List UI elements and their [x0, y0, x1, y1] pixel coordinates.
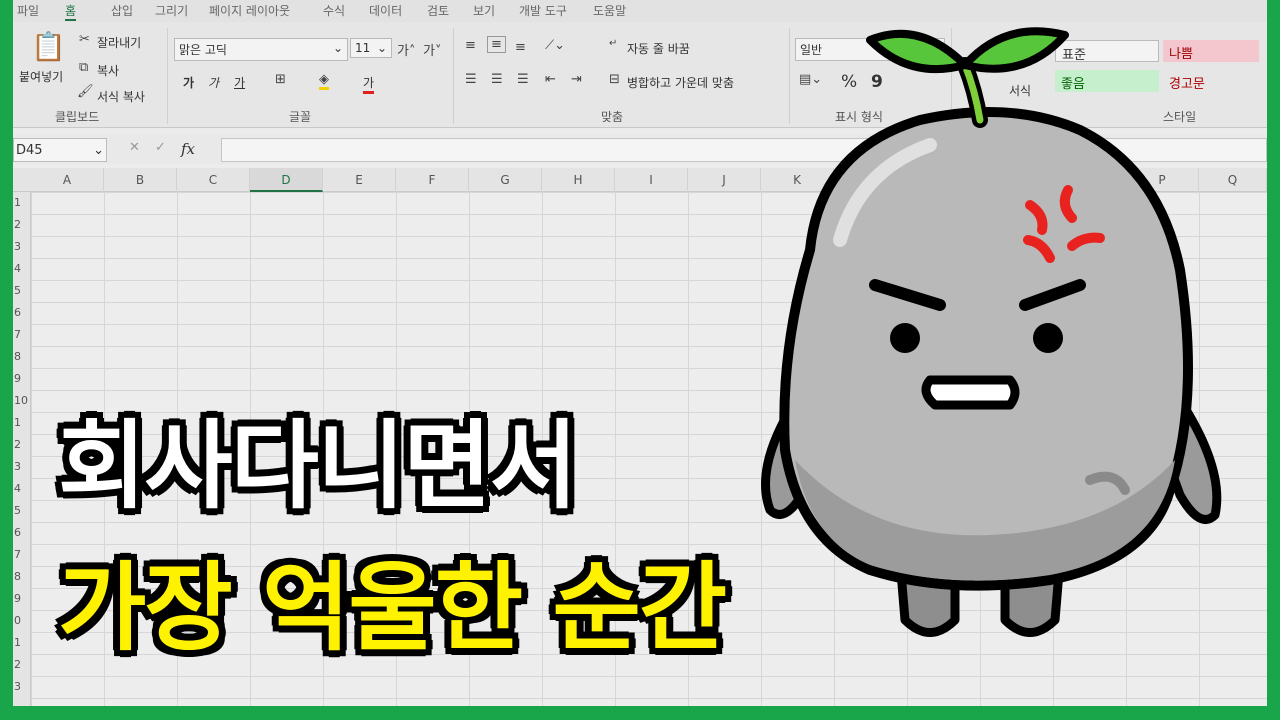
group-divider [167, 28, 168, 124]
orientation-icon[interactable]: ⟋⌄ [545, 38, 565, 53]
row-header[interactable]: 3 [13, 680, 31, 693]
tab-insert[interactable]: 삽입 [111, 2, 133, 19]
tab-file[interactable]: 파일 [17, 2, 39, 19]
row-header-bar: 1 2 3 4 5 6 7 8 9 10 1 2 3 4 5 6 7 8 9 0… [13, 192, 31, 706]
insert-function-button[interactable]: fx [181, 140, 195, 158]
increase-font-size-icon[interactable]: 가˄ [397, 40, 415, 59]
column-header[interactable]: B [104, 168, 177, 192]
column-header[interactable]: C [177, 168, 250, 192]
row-header[interactable]: 0 [13, 614, 31, 627]
row-header[interactable]: 4 [13, 262, 31, 275]
row-header[interactable]: 2 [13, 438, 31, 451]
border-icon[interactable]: ⊞ [275, 72, 286, 87]
fill-color-icon[interactable]: ◈ [319, 72, 329, 90]
row-header[interactable]: 1 [13, 196, 31, 209]
align-middle-icon[interactable]: ≡ [487, 36, 506, 53]
chevron-down-icon: ⌄ [376, 41, 387, 55]
row-header[interactable]: 2 [13, 218, 31, 231]
bold-button[interactable]: 가 [183, 74, 194, 91]
font-size-select[interactable]: 11 ⌄ [350, 38, 392, 58]
underline-button[interactable]: 가 [234, 74, 245, 91]
row-header[interactable]: 8 [13, 570, 31, 583]
merge-center-button[interactable]: 병합하고 가운데 맞춤 [627, 74, 734, 91]
column-header-selected[interactable]: D [250, 168, 323, 192]
row-header[interactable]: 3 [13, 240, 31, 253]
group-divider [453, 28, 454, 124]
row-header[interactable]: 7 [13, 548, 31, 561]
tab-developer[interactable]: 개발 도구 [519, 2, 567, 19]
ribbon-tab-bar: 파일 홈 삽입 그리기 페이지 레이아웃 수식 데이터 검토 보기 개발 도구 … [13, 0, 1267, 22]
copy-button[interactable]: 복사 [97, 62, 119, 79]
scissors-icon: ✂ [79, 32, 90, 47]
row-header[interactable]: 2 [13, 658, 31, 671]
tab-help[interactable]: 도움말 [593, 2, 626, 19]
name-box[interactable]: D45 ⌄ [13, 138, 107, 162]
merge-center-icon: ⊟ [609, 72, 620, 87]
row-header[interactable]: 8 [13, 350, 31, 363]
align-center-icon[interactable]: ☰ [491, 72, 503, 87]
copy-icon: ⧉ [79, 60, 89, 75]
thumbnail-title-line2: 가장 억울한 순간 [58, 552, 727, 664]
italic-button[interactable]: 가 [208, 74, 219, 91]
decrease-font-size-icon[interactable]: 가˅ [423, 40, 441, 59]
align-top-icon[interactable]: ≡ [465, 38, 476, 53]
row-header[interactable]: 3 [13, 460, 31, 473]
format-painter-button[interactable]: 서식 복사 [97, 88, 145, 105]
row-header[interactable]: 1 [13, 416, 31, 429]
align-bottom-icon[interactable]: ≡ [515, 40, 526, 55]
tab-formulas[interactable]: 수식 [323, 2, 345, 19]
tab-page-layout[interactable]: 페이지 레이아웃 [209, 2, 290, 19]
row-header[interactable]: 6 [13, 526, 31, 539]
column-header[interactable]: H [542, 168, 615, 192]
column-header[interactable]: F [396, 168, 469, 192]
row-header[interactable]: 9 [13, 592, 31, 605]
clipboard-group-label: 클립보드 [55, 110, 100, 124]
column-header[interactable]: G [469, 168, 542, 192]
row-header[interactable]: 4 [13, 482, 31, 495]
wrap-text-button[interactable]: 자동 줄 바꿈 [627, 40, 690, 57]
row-header[interactable]: 5 [13, 504, 31, 517]
tab-home[interactable]: 홈 [65, 2, 77, 21]
name-box-value: D45 [16, 143, 43, 158]
column-header[interactable]: A [31, 168, 104, 192]
font-name-select[interactable]: 맑은 고딕 ⌄ [174, 38, 348, 61]
wrap-text-icon: ↵ [609, 38, 618, 49]
chevron-down-icon: ⌄ [93, 143, 104, 158]
font-name-value: 맑은 고딕 [179, 43, 227, 57]
row-header[interactable]: 6 [13, 306, 31, 319]
font-color-button[interactable]: 가 [363, 74, 375, 94]
tab-data[interactable]: 데이터 [369, 2, 402, 19]
tab-review[interactable]: 검토 [427, 2, 449, 19]
column-header[interactable]: E [323, 168, 396, 192]
tab-view[interactable]: 보기 [473, 2, 495, 19]
row-header[interactable]: 7 [13, 328, 31, 341]
angry-rock-sprout-character-icon [761, 27, 1222, 637]
thumbnail-title-line1: 회사다니면서 [58, 410, 578, 522]
row-header[interactable]: 1 [13, 636, 31, 649]
increase-indent-icon[interactable]: ⇥ [571, 72, 582, 87]
cancel-icon[interactable]: ✕ [129, 140, 140, 155]
paste-button[interactable]: 붙여넣기 [19, 68, 63, 85]
enter-icon[interactable]: ✓ [155, 140, 166, 155]
row-header[interactable]: 5 [13, 284, 31, 297]
row-header[interactable]: 9 [13, 372, 31, 385]
alignment-group-label: 맞춤 [601, 110, 624, 124]
cut-button[interactable]: 잘라내기 [97, 34, 141, 51]
align-left-icon[interactable]: ☰ [465, 72, 477, 87]
chevron-down-icon: ⌄ [332, 41, 343, 55]
column-header[interactable]: I [615, 168, 688, 192]
tab-draw[interactable]: 그리기 [155, 2, 188, 19]
paste-icon: 📋 [31, 30, 66, 63]
row-header[interactable]: 10 [13, 394, 31, 407]
align-right-icon[interactable]: ☰ [517, 72, 529, 87]
font-size-value: 11 [355, 41, 371, 55]
format-painter-icon: 🖌 [77, 84, 94, 99]
font-group-label: 글꼴 [289, 110, 312, 124]
decrease-indent-icon[interactable]: ⇤ [545, 72, 556, 87]
